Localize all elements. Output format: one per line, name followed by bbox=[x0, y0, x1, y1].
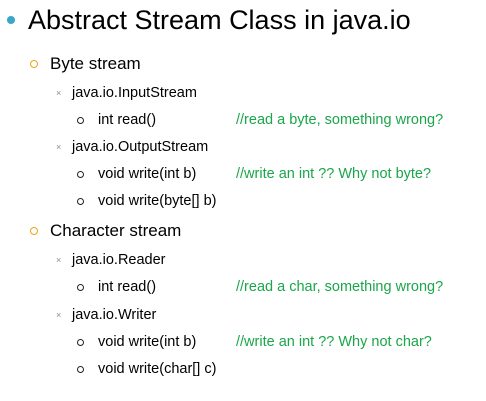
section-bullet-icon bbox=[30, 227, 38, 235]
method-signature: void write(char[] c) bbox=[98, 361, 217, 377]
method-comment: //write an int ?? Why not byte? bbox=[236, 166, 432, 182]
class-bullet-icon: × bbox=[56, 88, 62, 98]
section-label-byte-stream: Byte stream bbox=[50, 54, 141, 73]
method-bullet-icon bbox=[77, 284, 84, 291]
method-bullet-icon bbox=[77, 366, 84, 373]
method-signature: int read() bbox=[98, 279, 157, 295]
class-bullet-icon: × bbox=[56, 142, 62, 152]
method-comment: //write an int ?? Why not char? bbox=[236, 334, 432, 350]
class-name-inputstream: java.io.InputStream bbox=[72, 85, 197, 101]
section-label-character-stream: Character stream bbox=[50, 221, 182, 240]
method-signature: void write(int b) bbox=[98, 334, 197, 350]
method-bullet-icon bbox=[77, 117, 84, 124]
title-bullet-icon bbox=[7, 16, 15, 24]
section-bullet-icon bbox=[30, 60, 38, 68]
method-bullet-icon bbox=[77, 171, 84, 178]
method-signature: int read() bbox=[98, 112, 157, 128]
class-bullet-icon: × bbox=[56, 310, 62, 320]
class-name-writer: java.io.Writer bbox=[72, 307, 157, 323]
class-bullet-icon: × bbox=[56, 255, 62, 265]
class-name-outputstream: java.io.OutputStream bbox=[72, 139, 209, 155]
method-bullet-icon bbox=[77, 339, 84, 346]
method-comment: //read a char, something wrong? bbox=[236, 279, 444, 295]
method-bullet-icon bbox=[77, 198, 84, 205]
method-signature: void write(byte[] b) bbox=[98, 193, 217, 209]
slide-title: Abstract Stream Class in java.io bbox=[28, 5, 411, 35]
class-name-reader: java.io.Reader bbox=[72, 252, 166, 268]
method-signature: void write(int b) bbox=[98, 166, 197, 182]
method-comment: //read a byte, something wrong? bbox=[236, 112, 444, 128]
